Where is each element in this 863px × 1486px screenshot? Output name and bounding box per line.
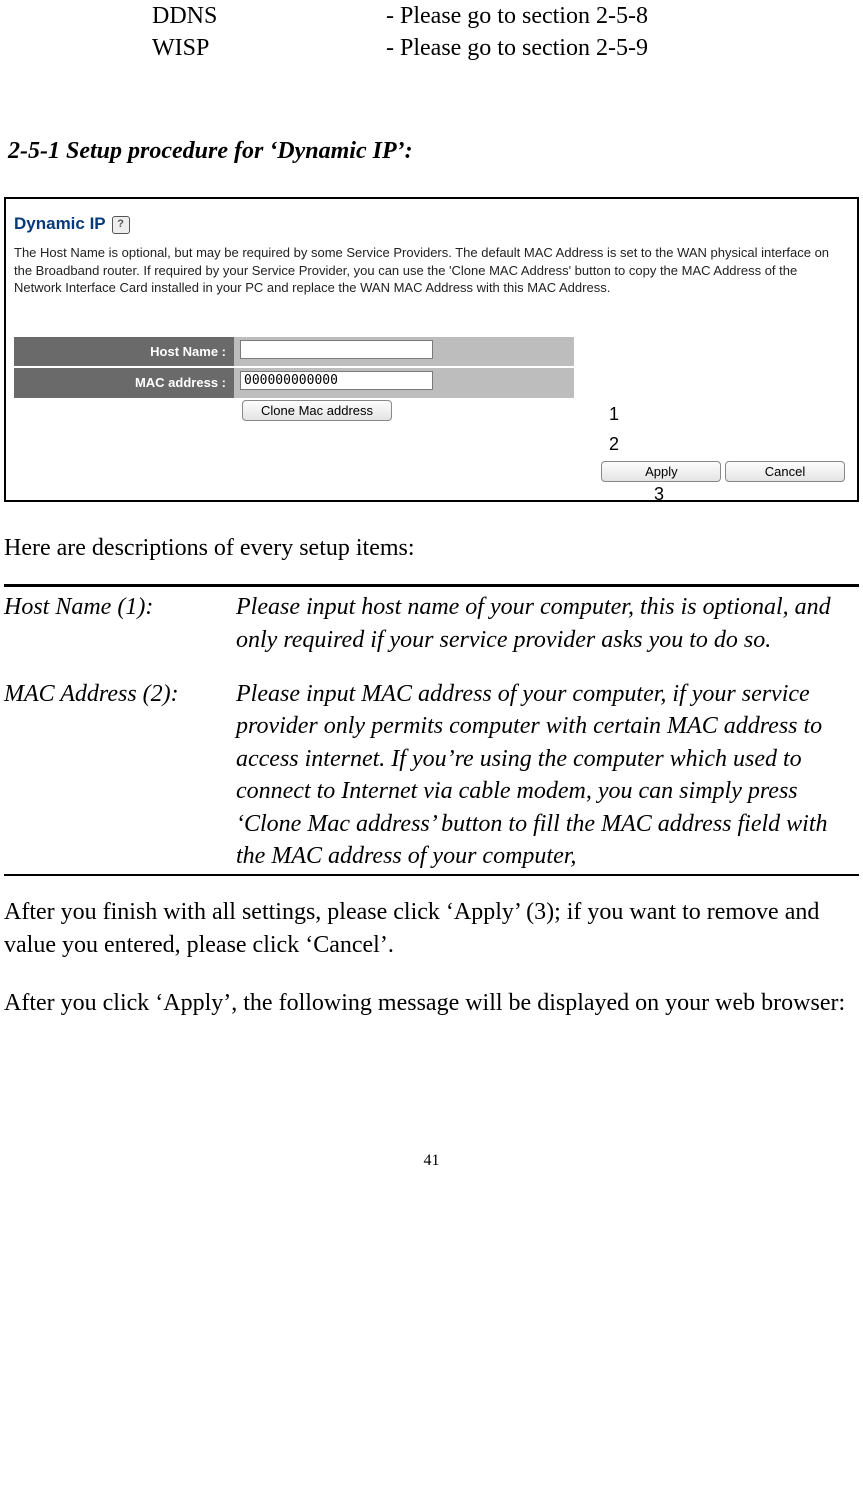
- section-heading: 2-5-1 Setup procedure for ‘Dynamic IP’:: [8, 135, 859, 167]
- table-bottom-rule: [4, 874, 859, 876]
- table-top-rule: [4, 584, 859, 587]
- ref-wisp-label: WISP: [152, 32, 386, 64]
- ref-ddns-text: - Please go to section 2-5-8: [386, 0, 648, 32]
- mac-address-input[interactable]: [240, 371, 433, 390]
- apply-button[interactable]: Apply: [601, 461, 721, 482]
- host-name-input[interactable]: [240, 340, 433, 359]
- descriptions-intro: Here are descriptions of every setup ite…: [4, 532, 859, 564]
- ref-wisp-text: - Please go to section 2-5-9: [386, 32, 648, 64]
- mac-address-label: MAC address :: [14, 368, 234, 398]
- host-name-label: Host Name :: [14, 337, 234, 367]
- help-icon[interactable]: ?: [112, 216, 130, 234]
- panel-description: The Host Name is optional, but may be re…: [14, 244, 845, 297]
- router-ui-screenshot: Dynamic IP ? The Host Name is optional, …: [4, 197, 859, 502]
- ref-ddns-label: DDNS: [152, 0, 386, 32]
- cancel-button[interactable]: Cancel: [725, 461, 845, 482]
- page-number: 41: [4, 1150, 859, 1172]
- item-mac-desc: Please input MAC address of your compute…: [236, 678, 859, 872]
- paragraph-apply: After you finish with all settings, plea…: [4, 896, 859, 961]
- callout-3: 3: [654, 482, 664, 506]
- panel-title: Dynamic IP: [14, 213, 106, 236]
- item-mac-label: MAC Address (2):: [4, 678, 236, 872]
- item-host-label: Host Name (1):: [4, 591, 236, 656]
- callout-1: 1: [609, 402, 619, 426]
- paragraph-after-apply: After you click ‘Apply’, the following m…: [4, 987, 859, 1019]
- section-reference-list: DDNS - Please go to section 2-5-8 WISP -…: [152, 0, 859, 65]
- item-host-desc: Please input host name of your computer,…: [236, 591, 859, 656]
- callout-2: 2: [609, 432, 619, 456]
- clone-mac-button[interactable]: Clone Mac address: [242, 400, 392, 421]
